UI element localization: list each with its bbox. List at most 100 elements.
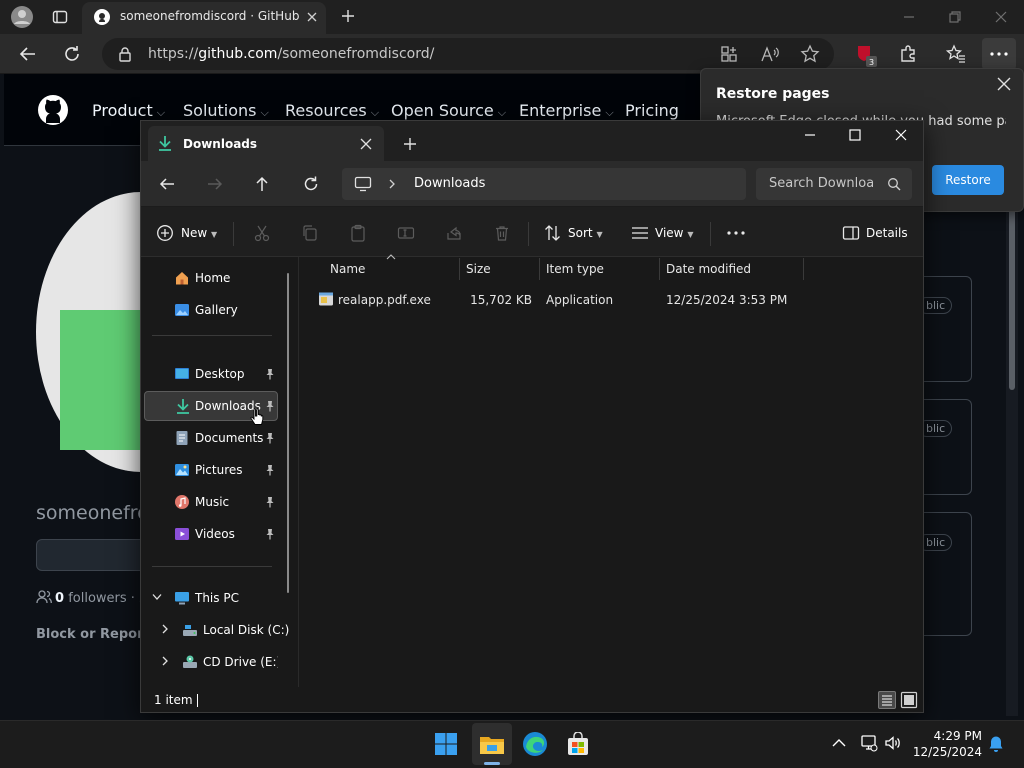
- restore-button[interactable]: Restore: [932, 165, 1004, 195]
- show-hidden-icons-chevron-icon[interactable]: [832, 738, 846, 748]
- profile-avatar-icon[interactable]: [10, 5, 34, 29]
- delete-trash-icon[interactable]: [493, 224, 511, 242]
- column-header-date-modified[interactable]: Date modified: [666, 262, 751, 276]
- more-options-icon[interactable]: [726, 226, 746, 240]
- close-flyout-icon[interactable]: [997, 77, 1011, 91]
- close-tab-icon[interactable]: [360, 138, 372, 150]
- sidebar-item-videos[interactable]: Videos: [144, 519, 278, 549]
- close-window-icon[interactable]: [994, 10, 1008, 24]
- github-nav-product[interactable]: Product ⌵: [92, 101, 165, 120]
- pin-icon[interactable]: [264, 496, 276, 508]
- refresh-icon[interactable]: [302, 175, 320, 193]
- explorer-address-bar[interactable]: [342, 168, 746, 200]
- pin-icon[interactable]: [264, 400, 276, 412]
- view-button[interactable]: View ▼: [655, 226, 693, 240]
- microsoft-store-icon[interactable]: [566, 732, 590, 756]
- taskbar-clock-date[interactable]: 12/25/2024: [910, 745, 982, 759]
- taskbar-clock-time[interactable]: 4:29 PM: [920, 729, 982, 743]
- read-aloud-icon[interactable]: [760, 45, 780, 63]
- new-button[interactable]: New ▼: [181, 226, 217, 240]
- pin-icon[interactable]: [264, 368, 276, 380]
- share-icon[interactable]: [445, 224, 463, 242]
- new-tab-icon[interactable]: [403, 137, 417, 151]
- github-nav-pricing[interactable]: Pricing: [625, 101, 679, 120]
- lock-icon[interactable]: [118, 46, 132, 62]
- pin-icon[interactable]: [264, 464, 276, 476]
- column-divider[interactable]: [539, 258, 540, 280]
- back-arrow-icon[interactable]: [158, 175, 176, 193]
- sidebar-item-this-pc[interactable]: This PC: [144, 583, 278, 613]
- details-view-icon[interactable]: [878, 691, 896, 709]
- search-placeholder[interactable]: Search Downloads: [769, 176, 873, 191]
- edge-browser-icon[interactable]: [522, 731, 548, 757]
- paste-icon[interactable]: [349, 224, 367, 242]
- column-divider[interactable]: [803, 258, 804, 280]
- ublock-extension-icon[interactable]: 3: [855, 44, 877, 68]
- breadcrumb-chevron-icon[interactable]: [388, 179, 396, 189]
- sidebar-item-local-disk[interactable]: Local Disk (C:): [144, 615, 289, 645]
- navigation-pane-scrollbar[interactable]: [287, 273, 289, 593]
- minimize-window-icon[interactable]: [902, 10, 916, 24]
- column-header-item-type[interactable]: Item type: [546, 262, 604, 276]
- chevron-down-icon[interactable]: [152, 593, 162, 601]
- followers-info[interactable]: 0 followers · 2: [36, 590, 147, 606]
- pin-icon[interactable]: [264, 432, 276, 444]
- new-plus-icon[interactable]: [156, 224, 174, 242]
- sidebar-item-home[interactable]: Home: [144, 263, 278, 293]
- minimize-window-icon[interactable]: [803, 128, 817, 142]
- github-logo-icon[interactable]: [37, 94, 69, 126]
- details-pane-icon[interactable]: [842, 225, 860, 241]
- github-nav-resources[interactable]: Resources ⌵: [285, 101, 379, 120]
- notification-bell-icon[interactable]: [988, 735, 1004, 753]
- forward-arrow-icon[interactable]: [206, 175, 224, 193]
- favorite-star-icon[interactable]: [800, 44, 820, 64]
- sidebar-item-desktop[interactable]: Desktop: [144, 359, 278, 389]
- tiles-view-icon[interactable]: [900, 691, 918, 709]
- follow-button[interactable]: [36, 539, 156, 571]
- sidebar-item-cd-drive[interactable]: CD Drive (E:) IF: [144, 647, 278, 677]
- explorer-status-bar: [141, 687, 923, 712]
- tab-actions-icon[interactable]: [52, 9, 68, 25]
- url-text[interactable]: https://github.com/someonefromdiscord/: [148, 46, 434, 62]
- up-arrow-icon[interactable]: [253, 175, 271, 193]
- sidebar-item-pictures[interactable]: Pictures: [144, 455, 278, 485]
- copy-icon[interactable]: [301, 224, 319, 242]
- column-divider[interactable]: [459, 258, 460, 280]
- settings-more-icon[interactable]: [982, 38, 1016, 70]
- breadcrumb-downloads[interactable]: Downloads: [414, 176, 485, 191]
- close-tab-icon[interactable]: [306, 11, 318, 23]
- extensions-puzzle-icon[interactable]: [898, 44, 918, 64]
- chevron-right-icon[interactable]: [161, 656, 169, 666]
- sidebar-item-music[interactable]: Music: [144, 487, 278, 517]
- search-icon[interactable]: [887, 177, 901, 191]
- details-button[interactable]: Details: [866, 226, 908, 240]
- close-window-icon[interactable]: [894, 128, 908, 142]
- rename-icon[interactable]: [397, 224, 415, 242]
- column-header-name[interactable]: Name: [330, 262, 365, 276]
- column-divider[interactable]: [659, 258, 660, 280]
- network-icon[interactable]: [860, 734, 878, 752]
- pin-icon[interactable]: [264, 528, 276, 540]
- chevron-right-icon[interactable]: [161, 624, 169, 634]
- favorites-bar-icon[interactable]: [946, 44, 966, 64]
- volume-speaker-icon[interactable]: [884, 734, 902, 752]
- column-header-size[interactable]: Size: [466, 262, 491, 276]
- app-available-icon[interactable]: [720, 45, 738, 63]
- github-nav-enterprise[interactable]: Enterprise ⌵: [519, 101, 614, 120]
- file-name[interactable]: realapp.pdf.exe: [338, 293, 431, 307]
- sidebar-item-gallery[interactable]: Gallery: [144, 295, 278, 325]
- sort-button[interactable]: Sort ▼: [568, 226, 603, 240]
- file-explorer-icon[interactable]: [479, 732, 505, 756]
- sort-arrows-icon[interactable]: [544, 224, 562, 242]
- github-nav-solutions[interactable]: Solutions ⌵: [183, 101, 269, 120]
- back-arrow-icon[interactable]: [18, 44, 38, 64]
- maximize-window-icon[interactable]: [848, 128, 862, 142]
- view-lines-icon[interactable]: [631, 225, 649, 241]
- github-nav-open-source[interactable]: Open Source ⌵: [391, 101, 506, 120]
- restore-window-icon[interactable]: [948, 10, 962, 24]
- new-tab-icon[interactable]: [340, 8, 356, 24]
- block-report-link[interactable]: Block or Report: [36, 627, 150, 642]
- windows-start-icon[interactable]: [434, 732, 458, 756]
- refresh-icon[interactable]: [62, 44, 82, 64]
- cut-icon[interactable]: [253, 224, 271, 242]
